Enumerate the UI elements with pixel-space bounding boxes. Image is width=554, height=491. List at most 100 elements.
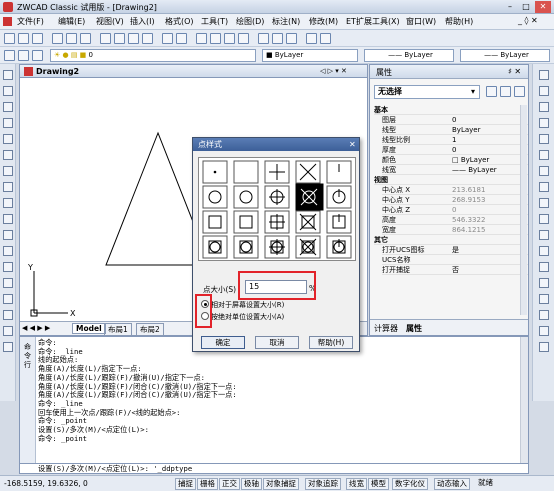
preview-icon[interactable] [66,33,77,44]
properties-icon[interactable] [258,33,269,44]
join-icon[interactable] [539,262,549,272]
property-row[interactable]: 打开UCS图标 是 [382,245,528,255]
property-row[interactable]: 中心点 Z 0 [382,205,528,215]
property-section-header[interactable]: 其它 [374,235,520,245]
menu-modify[interactable]: 修改(M) [309,16,338,27]
properties-pin-close[interactable]: ♯ ✕ [508,67,521,76]
layer-previous-icon[interactable] [18,50,29,61]
menu-et-tools[interactable]: ET扩展工具(X) [346,16,400,27]
publish-icon[interactable] [80,33,91,44]
property-row[interactable]: 打开捕捉 否 [382,265,528,275]
revcloud-icon[interactable] [3,182,13,192]
dynamic-input-toggle[interactable]: 动态输入 [434,478,470,490]
property-row[interactable]: 宽度 864.1215 [382,225,528,235]
scale-icon[interactable] [539,182,549,192]
otrack-toggle[interactable]: 对象追踪 [305,478,341,490]
mtext-icon[interactable] [3,342,13,352]
zoom-previous-icon[interactable] [238,33,249,44]
stretch-icon[interactable] [539,198,549,208]
minimize-button[interactable]: – [502,1,518,13]
tab-properties[interactable]: 属性 [406,323,422,334]
snap-toggle[interactable]: 捕捉 [175,478,196,490]
calculator-icon[interactable] [306,33,317,44]
cancel-button[interactable]: 取消 [255,336,299,349]
properties-scrollbar[interactable] [520,105,527,315]
property-section-header[interactable]: 视图 [374,175,520,185]
property-row[interactable]: 颜色 □ ByLayer [382,155,528,165]
color-select[interactable]: ■ ByLayer [262,49,358,62]
help-button[interactable]: 帮助(H) [309,336,353,349]
polygon-icon[interactable] [3,118,13,128]
menu-view[interactable]: 视图(V) [96,16,124,27]
lengthen-icon[interactable] [539,326,549,336]
open-icon[interactable] [18,33,29,44]
close-button[interactable]: ✕ [535,1,551,13]
rotate-icon[interactable] [539,166,549,176]
toggle-pickadd-icon[interactable] [486,86,497,97]
polyline-icon[interactable] [3,102,13,112]
edit-polyline-icon[interactable] [539,342,549,352]
dialog-close-button[interactable]: ✕ [349,138,356,151]
region-icon[interactable] [3,310,13,320]
circle-icon[interactable] [3,166,13,176]
hatch-icon[interactable] [3,294,13,304]
ellipse-arc-icon[interactable] [3,230,13,240]
explode-icon[interactable] [539,310,549,320]
menu-format[interactable]: 格式(O) [165,16,194,27]
tab-layout2[interactable]: 布局2 [136,323,164,336]
command-input[interactable]: 设置(S)/多次(M)/<点定位(L)>: '_ddptype [19,463,529,474]
property-row[interactable]: 厚度 0 [382,145,528,155]
tablet-toggle[interactable]: 数字化仪 [392,478,428,490]
tab-layout1[interactable]: 布局1 [104,323,132,336]
menu-help[interactable]: 帮助(H) [445,16,473,27]
property-row[interactable]: 线型 ByLayer [382,125,528,135]
property-row[interactable]: 高度 546.3322 [382,215,528,225]
menu-tools[interactable]: 工具(T) [201,16,228,27]
select-objects-icon[interactable] [500,86,511,97]
spline-icon[interactable] [3,198,13,208]
extend-icon[interactable] [539,230,549,240]
menu-window[interactable]: 窗口(W) [406,16,436,27]
make-block-icon[interactable] [3,262,13,272]
paste-icon[interactable] [128,33,139,44]
property-row[interactable]: 图层 0 [382,115,528,125]
help-icon[interactable] [320,33,331,44]
tab-model[interactable]: Model [72,323,106,334]
redo-icon[interactable] [176,33,187,44]
model-toggle[interactable]: 模型 [368,478,389,490]
property-section-header[interactable]: 基本 [374,105,520,115]
layer-state-icon[interactable] [32,50,43,61]
mdi-controls[interactable]: _ ◊ ✕ [518,16,538,25]
menu-dimension[interactable]: 标注(N) [272,16,300,27]
break-icon[interactable] [539,246,549,256]
offset-icon[interactable] [539,118,549,128]
erase-icon[interactable] [539,70,549,80]
maximize-button[interactable]: □ [518,1,534,13]
command-scrollbar[interactable] [520,337,528,464]
undo-icon[interactable] [162,33,173,44]
menu-edit[interactable]: 编辑(E) [58,16,85,27]
mirror-icon[interactable] [539,102,549,112]
point-icon[interactable] [3,278,13,288]
osnap-toggle[interactable]: 对象捕捉 [263,478,299,490]
design-center-icon[interactable] [272,33,283,44]
layer-select[interactable]: ☀ ● ▤ ■ 0 [50,49,256,62]
menu-draw[interactable]: 绘图(D) [236,16,264,27]
copy-object-icon[interactable] [539,86,549,96]
save-icon[interactable] [32,33,43,44]
menu-insert[interactable]: 插入(I) [130,16,155,27]
ortho-toggle[interactable]: 正交 [219,478,240,490]
tool-palette-icon[interactable] [286,33,297,44]
drawing-tab-title[interactable]: Drawing2 [36,67,79,76]
property-row[interactable]: UCS名称 [382,255,528,265]
arc-icon[interactable] [3,150,13,160]
fillet-icon[interactable] [539,294,549,304]
menu-file[interactable]: 文件(F) [17,16,44,27]
ok-button[interactable]: 确定 [201,336,245,349]
property-row[interactable]: 中心点 Y 268.9153 [382,195,528,205]
selection-select[interactable]: 无选择 ▾ [374,85,480,99]
property-row[interactable]: 中心点 X 213.6181 [382,185,528,195]
tab-calculator[interactable]: 计算器 [374,323,398,334]
cut-icon[interactable] [100,33,111,44]
new-icon[interactable] [4,33,15,44]
